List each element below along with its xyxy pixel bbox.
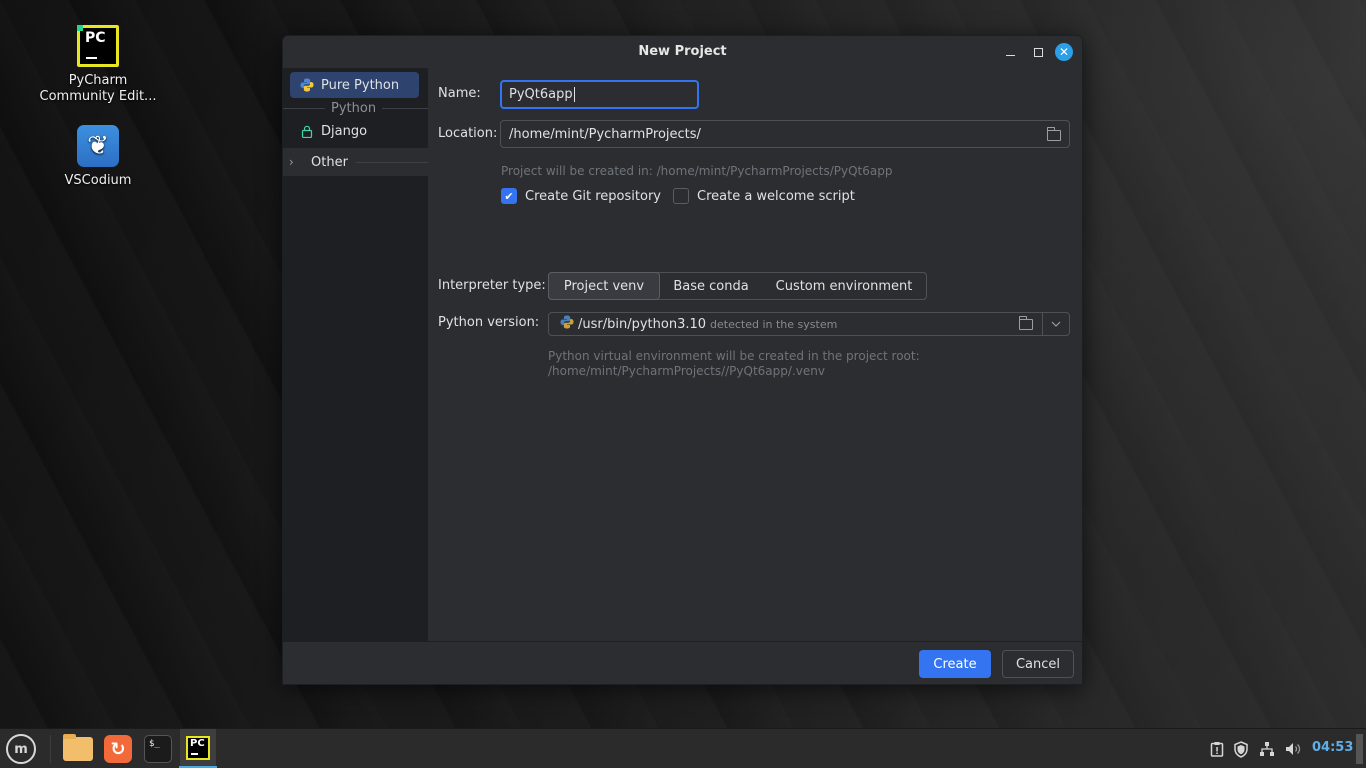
python-icon [560,315,574,333]
taskbar-firefox-launcher[interactable]: ↻ [100,732,136,766]
project-settings-panel: Name: PyQt6app Location: /home/mint/Pych… [428,68,1082,641]
dialog-titlebar[interactable]: New Project ✕ [283,36,1082,68]
new-project-dialog: New Project ✕ Pure Python Python Django … [282,35,1083,685]
dialog-footer: Create Cancel [283,641,1082,684]
browse-folder-icon[interactable] [1046,127,1061,141]
name-input[interactable]: PyQt6app [500,80,699,109]
shield-tray-icon[interactable] [1231,739,1251,759]
taskbar: m ↻ $_ PC 04:53 [0,728,1366,768]
sidebar-item-django[interactable]: Django [290,118,419,144]
venv-hint-line1: Python virtual environment will be creat… [548,349,920,363]
desktop-icon-label: Community Edit... [39,89,157,104]
name-input-value: PyQt6app [509,87,573,102]
sidebar-item-label: Django [321,123,368,139]
python-version-label: Python version: [438,315,540,330]
welcome-script-label: Create a welcome script [697,188,855,204]
checkbox-unchecked-icon [673,188,689,204]
taskbar-files-launcher[interactable] [60,732,96,766]
create-button[interactable]: Create [919,650,991,678]
network-tray-icon[interactable] [1257,739,1277,759]
interpreter-option-project-venv[interactable]: Project venv [548,272,660,300]
folder-icon [63,734,93,761]
pycharm-icon: PC [77,25,119,67]
sidebar-group-python: Python [283,100,428,116]
pycharm-icon: PC [183,732,213,763]
maximize-icon [1033,47,1043,57]
interpreter-type-selector: Project venv Base conda Custom environme… [548,272,927,300]
create-git-checkbox[interactable]: ✔ Create Git repository [501,188,661,204]
vscodium-icon: ❦ [77,125,119,167]
terminal-icon: $_ [144,735,172,763]
dialog-title: New Project [638,44,727,59]
interpreter-option-custom-environment[interactable]: Custom environment [762,273,926,299]
sidebar-item-other[interactable]: › Other [283,148,428,176]
clipboard-tray-icon[interactable] [1207,739,1227,759]
sidebar-item-label: Other [311,154,348,170]
location-input[interactable]: /home/mint/PycharmProjects/ [500,120,1070,148]
python-version-dropdown-button[interactable] [1042,313,1069,335]
interpreter-type-label: Interpreter type: [438,278,546,293]
taskbar-separator [50,735,51,763]
cancel-button[interactable]: Cancel [1002,650,1074,678]
show-desktop-button[interactable] [1356,734,1363,764]
close-icon: ✕ [1058,45,1070,59]
minimize-icon [1005,54,1015,56]
python-version-combobox[interactable]: /usr/bin/python3.10 detected in the syst… [548,312,1070,336]
text-caret [573,87,575,102]
location-input-value: /home/mint/PycharmProjects/ [509,126,701,142]
maximize-button[interactable] [1028,42,1048,62]
interpreter-option-base-conda[interactable]: Base conda [660,273,762,299]
browse-interpreter-icon[interactable] [1018,316,1033,330]
python-version-path: /usr/bin/python3.10 [578,316,707,332]
sidebar-item-pure-python[interactable]: Pure Python [290,72,419,98]
desktop-icon-label: VSCodium [64,173,132,188]
clock[interactable]: 04:53 [1312,740,1353,755]
desktop-icon-pycharm[interactable]: PC PyCharm Community Edit... [38,25,158,105]
desktop-icon-vscodium[interactable]: ❦ VSCodium [38,125,158,189]
close-button[interactable]: ✕ [1055,43,1073,61]
minimize-button[interactable] [1000,42,1020,62]
firefox-icon: ↻ [104,735,132,763]
name-label: Name: [438,86,481,101]
taskbar-pycharm-window[interactable]: PC [180,729,216,766]
lock-icon [299,125,315,138]
taskbar-terminal-launcher[interactable]: $_ [140,732,176,766]
checkbox-checked-icon: ✔ [501,188,517,204]
location-label: Location: [438,126,498,141]
welcome-script-checkbox[interactable]: Create a welcome script [673,188,855,204]
python-version-note: detected in the system [710,317,838,331]
create-git-label: Create Git repository [525,188,661,204]
chevron-down-icon [1051,321,1061,327]
sidebar-item-label: Pure Python [321,77,400,93]
python-icon [299,78,315,92]
sidebar-group-label: Python [331,100,377,116]
project-path-hint: Project will be created in: /home/mint/P… [501,164,893,178]
project-type-sidebar: Pure Python Python Django › Other [283,68,428,641]
venv-hint-line2: /home/mint/PycharmProjects//PyQt6app/.ve… [548,364,825,378]
start-menu-button[interactable]: m [3,732,39,766]
linux-mint-menu-icon: m [6,734,36,764]
desktop-icon-label: PyCharm [68,73,128,88]
chevron-right-icon: › [289,155,294,169]
volume-tray-icon[interactable] [1283,739,1303,759]
